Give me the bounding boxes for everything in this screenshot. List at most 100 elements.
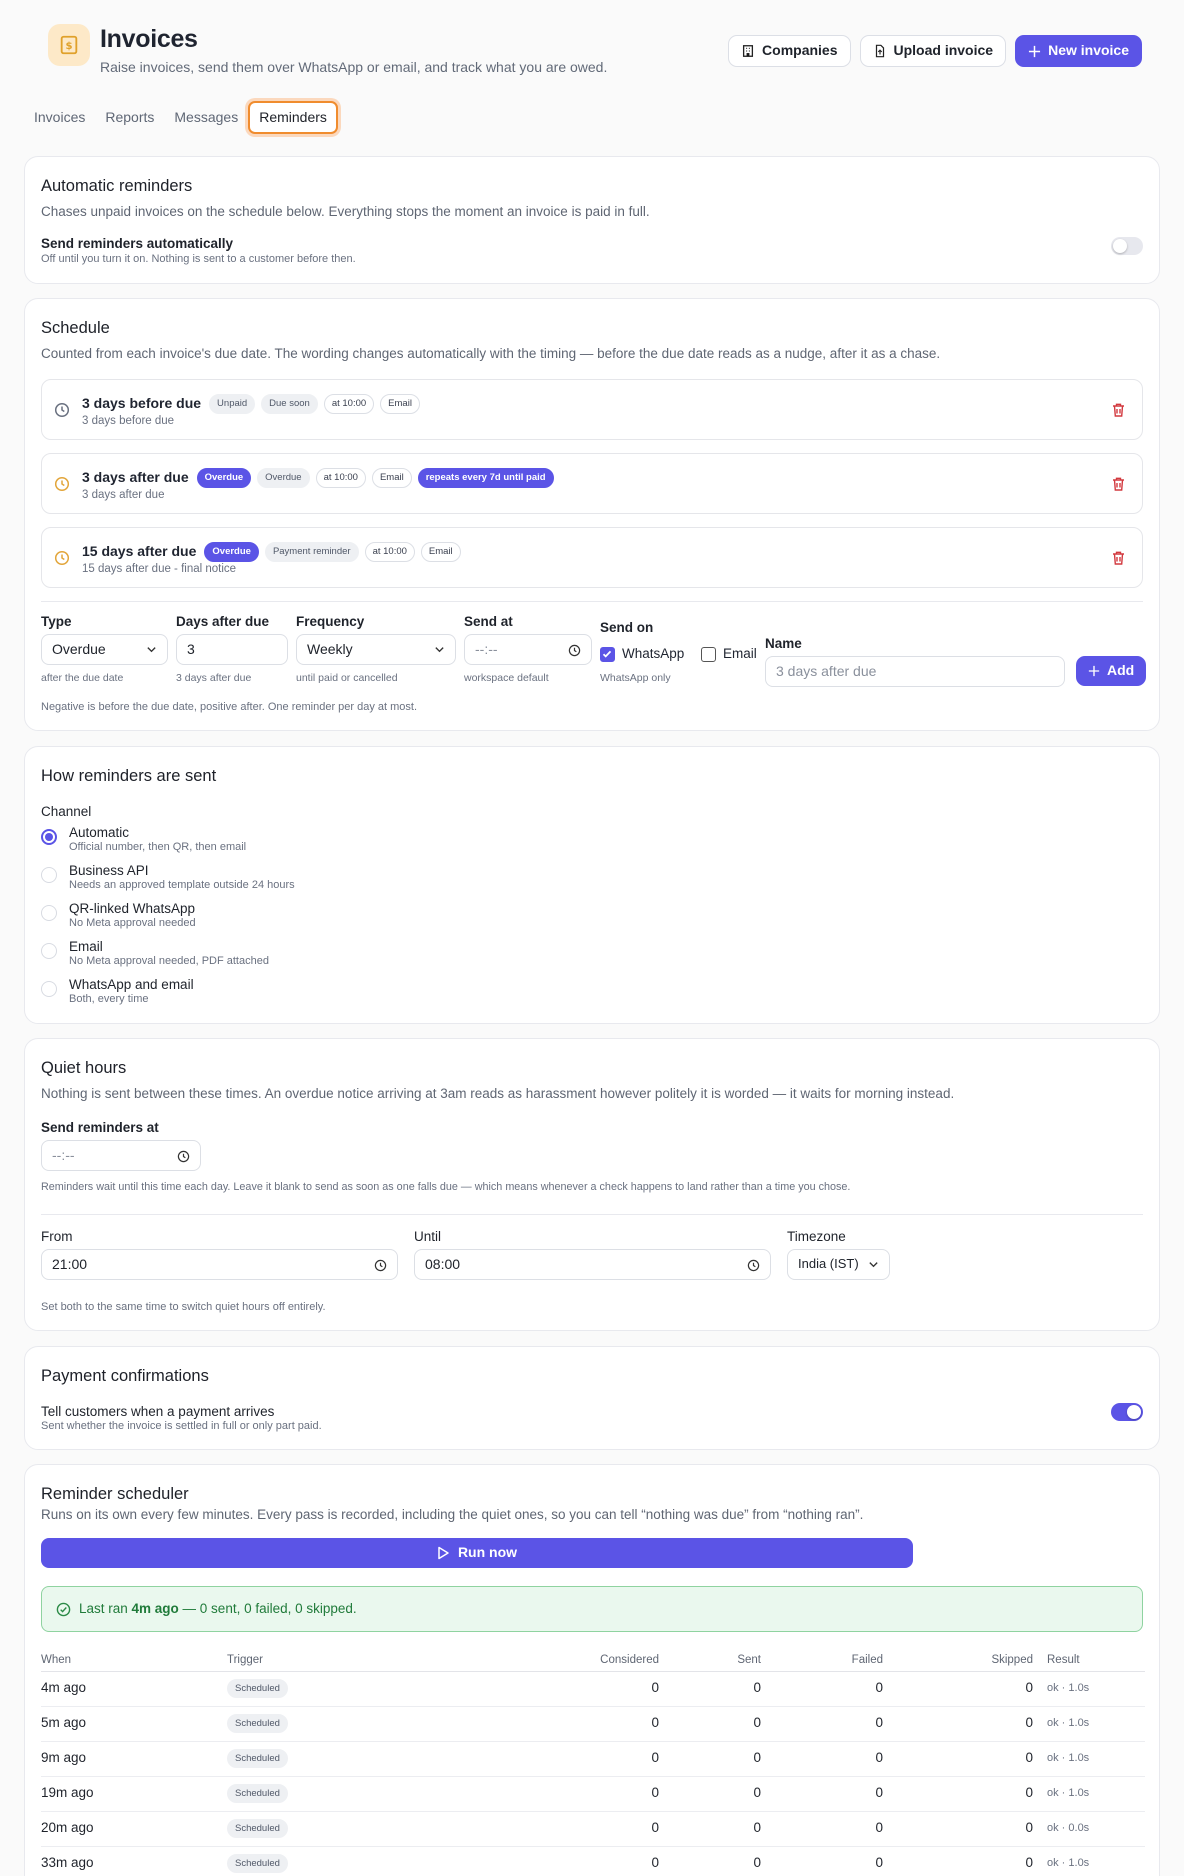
schedule-row[interactable]: 3 days after due Overdue Overdue at 10:00 Em…: [41, 453, 1143, 514]
email-checkbox[interactable]: [701, 647, 716, 662]
quiet-hours-title: Quiet hours: [41, 1059, 127, 1077]
send-reminders-at-label: Send reminders at: [41, 1120, 159, 1135]
schedule-row[interactable]: 3 days before due Unpaid Due soon at 10:00 E…: [41, 379, 1143, 440]
clock-icon: [54, 550, 70, 566]
trigger-cell: Scheduled: [227, 1671, 427, 1707]
count-cell: 0: [761, 1741, 883, 1777]
channel-radio[interactable]: [41, 829, 57, 845]
count-cell: 0: [427, 1671, 659, 1707]
result-cell: ok · 1.0s: [1033, 1741, 1145, 1777]
count-cell: 0: [761, 1706, 883, 1742]
tab-reports[interactable]: Reports: [95, 101, 164, 135]
plus-icon: [1088, 665, 1100, 677]
frequency-select[interactable]: Weekly: [296, 634, 456, 665]
schedule-desc: Counted from each invoice's due date. Th…: [41, 346, 941, 361]
page-title: Invoices: [100, 25, 198, 53]
quiet-hours-desc: Nothing is sent between these times. An …: [41, 1086, 955, 1101]
count-cell: 0: [427, 1741, 659, 1777]
count-cell: 0: [427, 1846, 659, 1876]
schedule-chip: Email: [420, 542, 461, 562]
timezone-select[interactable]: India (IST): [787, 1249, 890, 1280]
channel-radio[interactable]: [41, 867, 57, 883]
name-input[interactable]: 3 days after due: [765, 656, 1065, 687]
payment-confirm-help: Sent whether the invoice is settled in f…: [41, 1420, 322, 1432]
whatsapp-label: WhatsApp: [622, 646, 685, 661]
until-label: Until: [414, 1229, 442, 1244]
count-cell: 0: [761, 1811, 883, 1847]
count-cell: 0: [883, 1811, 1033, 1847]
until-input[interactable]: 08:00: [414, 1249, 771, 1280]
plus-icon: [1029, 45, 1041, 57]
page-header: $ Invoices Raise invoices, send them ove…: [24, 0, 1160, 84]
channel-option-sub: Official number, then QR, then email: [69, 841, 247, 853]
when-cell: 9m ago: [41, 1741, 227, 1777]
count-cell: 0: [659, 1671, 761, 1707]
count-cell: 0: [883, 1846, 1033, 1876]
type-select[interactable]: Overdue: [41, 634, 168, 665]
trigger-badge: Scheduled: [227, 1818, 288, 1839]
frequency-help: until paid or cancelled: [296, 672, 398, 684]
trigger-cell: Scheduled: [227, 1846, 427, 1876]
schedule-chip: Due soon: [261, 394, 318, 414]
payment-confirm-label: Tell customers when a payment arrives: [41, 1404, 275, 1419]
table-row: 4m ago Scheduled 0 0 0 0 ok · 1.0s: [41, 1671, 1145, 1707]
chevron-down-icon: [435, 647, 444, 653]
send-at-input[interactable]: --:--: [464, 634, 592, 665]
upload-invoice-label: Upload invoice: [893, 42, 994, 59]
whatsapp-checkbox[interactable]: [600, 647, 615, 662]
channel-radio[interactable]: [41, 943, 57, 959]
clock-icon: [568, 644, 581, 657]
result-cell: ok · 1.0s: [1033, 1671, 1145, 1707]
payment-confirm-toggle[interactable]: [1111, 1403, 1143, 1421]
schedule-chip: Overdue: [204, 542, 259, 562]
schedule-chip: at 10:00: [315, 468, 366, 488]
days-help: 3 days after due: [176, 672, 252, 684]
days-input[interactable]: 3: [176, 634, 288, 665]
companies-button-label: Companies: [762, 42, 838, 59]
companies-button[interactable]: Companies: [728, 35, 851, 67]
frequency-value: Weekly: [307, 640, 353, 657]
run-now-label: Run now: [457, 1544, 518, 1561]
trash-icon[interactable]: [1111, 402, 1126, 418]
trash-icon[interactable]: [1111, 476, 1126, 492]
auto-send-help: Off until you turn it on. Nothing is sen…: [41, 253, 356, 265]
schedule-row[interactable]: 15 days after due Overdue Payment reminder…: [41, 527, 1143, 588]
until-value: 08:00: [425, 1255, 461, 1272]
tab-invoices[interactable]: Invoices: [24, 101, 95, 135]
svg-text:$: $: [65, 41, 72, 52]
chevron-down-icon: [869, 1262, 878, 1268]
clock-icon: [54, 476, 70, 492]
type-label: Type: [41, 614, 72, 629]
new-invoice-button[interactable]: New invoice: [1015, 35, 1142, 67]
frequency-label: Frequency: [296, 614, 365, 629]
column-header: Failed: [761, 1649, 883, 1672]
trigger-cell: Scheduled: [227, 1706, 427, 1742]
channel-title: How reminders are sent: [41, 767, 217, 785]
clock-icon: [747, 1259, 760, 1272]
send-reminders-at-help: Reminders wait until this time each day.…: [41, 1181, 851, 1193]
page-subtitle: Raise invoices, send them over WhatsApp …: [100, 59, 608, 75]
auto-send-toggle[interactable]: [1111, 237, 1143, 255]
trash-icon[interactable]: [1111, 550, 1126, 566]
run-now-button[interactable]: Run now: [41, 1538, 913, 1568]
channel-card: How reminders are sent Channel Automatic…: [24, 746, 1160, 1024]
days-label: Days after due: [176, 614, 270, 629]
trigger-badge: Scheduled: [227, 1853, 288, 1874]
schedule-row-name: 3 days after due: [82, 469, 189, 486]
from-input[interactable]: 21:00: [41, 1249, 398, 1280]
add-reminder-button[interactable]: Add: [1076, 656, 1147, 686]
when-cell: 20m ago: [41, 1811, 227, 1847]
channel-radio[interactable]: [41, 981, 57, 997]
count-cell: 0: [659, 1811, 761, 1847]
tab-reminders[interactable]: Reminders: [248, 100, 338, 135]
send-reminders-at-input[interactable]: --:--: [41, 1140, 201, 1171]
upload-invoice-button[interactable]: Upload invoice: [859, 35, 1007, 67]
channel-radio[interactable]: [41, 905, 57, 921]
schedule-chip: at 10:00: [364, 542, 415, 562]
tab-messages[interactable]: Messages: [164, 101, 248, 135]
building-icon: [743, 45, 754, 57]
from-label: From: [41, 1229, 73, 1244]
channel-option-label: WhatsApp and email: [69, 977, 194, 992]
channel-option-sub: No Meta approval needed, PDF attached: [69, 955, 269, 967]
channel-option-label: Email: [69, 939, 103, 954]
